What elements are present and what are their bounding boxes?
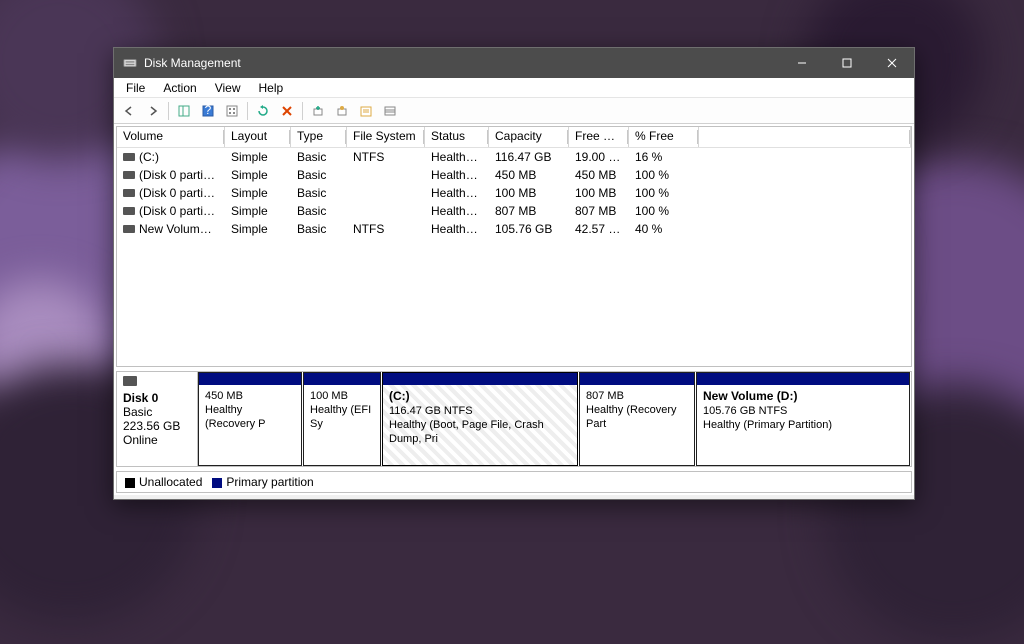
volumes-list[interactable]: Volume Layout Type File System Status Ca… <box>116 126 912 367</box>
menu-help[interactable]: Help <box>251 79 292 97</box>
legend-primary-swatch <box>212 478 222 488</box>
col-type[interactable]: Type <box>291 127 347 147</box>
partition-block[interactable]: 100 MBHealthy (EFI Sy <box>303 372 381 466</box>
properties-button[interactable] <box>355 100 377 122</box>
table-row[interactable]: (Disk 0 partition 1)SimpleBasicHealthy (… <box>117 166 911 184</box>
volumes-header: Volume Layout Type File System Status Ca… <box>117 127 911 148</box>
col-freespace[interactable]: Free Spa... <box>569 127 629 147</box>
col-layout[interactable]: Layout <box>225 127 291 147</box>
col-pctfree[interactable]: % Free <box>629 127 699 147</box>
partition-block[interactable]: 450 MBHealthy (Recovery P <box>198 372 302 466</box>
table-row[interactable]: New Volume (D:)SimpleBasicNTFSHealthy (P… <box>117 220 911 238</box>
settings-button[interactable] <box>221 100 243 122</box>
toolbar: ? <box>114 98 914 124</box>
volume-icon <box>123 171 135 179</box>
show-hide-tree-button[interactable] <box>173 100 195 122</box>
svg-text:?: ? <box>205 104 212 117</box>
partition-block[interactable]: 807 MBHealthy (Recovery Part <box>579 372 695 466</box>
col-capacity[interactable]: Capacity <box>489 127 569 147</box>
window-title: Disk Management <box>144 56 779 70</box>
legend-unallocated-swatch <box>125 478 135 488</box>
disk-type: Basic <box>123 405 152 419</box>
partition-block[interactable]: New Volume (D:)105.76 GB NTFSHealthy (Pr… <box>696 372 910 466</box>
list-button[interactable] <box>379 100 401 122</box>
volume-icon <box>123 225 135 233</box>
partition-block[interactable]: (C:)116.47 GB NTFSHealthy (Boot, Page Fi… <box>382 372 578 466</box>
menu-view[interactable]: View <box>207 79 249 97</box>
maximize-button[interactable] <box>824 48 869 78</box>
help-button[interactable]: ? <box>197 100 219 122</box>
menu-action[interactable]: Action <box>155 79 204 97</box>
col-volume[interactable]: Volume <box>117 127 225 147</box>
disk-management-window: Disk Management File Action View Help ? … <box>113 47 915 500</box>
refresh-button[interactable] <box>252 100 274 122</box>
disk-icon <box>123 376 137 386</box>
minimize-button[interactable] <box>779 48 824 78</box>
col-filesystem[interactable]: File System <box>347 127 425 147</box>
disk-state: Online <box>123 433 158 447</box>
legend-unallocated: Unallocated <box>125 475 202 489</box>
statusbar <box>114 495 914 499</box>
disk-info[interactable]: Disk 0 Basic 223.56 GB Online <box>117 372 198 466</box>
table-row[interactable]: (C:)SimpleBasicNTFSHealthy (B...116.47 G… <box>117 148 911 166</box>
create-vhd-button[interactable] <box>307 100 329 122</box>
col-status[interactable]: Status <box>425 127 489 147</box>
legend: Unallocated Primary partition <box>116 471 912 493</box>
table-row[interactable]: (Disk 0 partition 2)SimpleBasicHealthy (… <box>117 184 911 202</box>
col-spacer <box>699 127 911 147</box>
attach-vhd-button[interactable] <box>331 100 353 122</box>
menu-file[interactable]: File <box>118 79 153 97</box>
disk-size: 223.56 GB <box>123 419 180 433</box>
menubar: File Action View Help <box>114 78 914 98</box>
forward-button[interactable] <box>142 100 164 122</box>
back-button[interactable] <box>118 100 140 122</box>
table-row[interactable]: (Disk 0 partition 5)SimpleBasicHealthy (… <box>117 202 911 220</box>
volume-icon <box>123 189 135 197</box>
volume-icon <box>123 153 135 161</box>
volume-icon <box>123 207 135 215</box>
legend-primary: Primary partition <box>212 475 313 489</box>
app-icon <box>122 55 138 71</box>
delete-button[interactable] <box>276 100 298 122</box>
titlebar[interactable]: Disk Management <box>114 48 914 78</box>
close-button[interactable] <box>869 48 914 78</box>
disk-graphical-view[interactable]: Disk 0 Basic 223.56 GB Online 450 MBHeal… <box>116 371 912 467</box>
disk-name: Disk 0 <box>123 391 158 405</box>
